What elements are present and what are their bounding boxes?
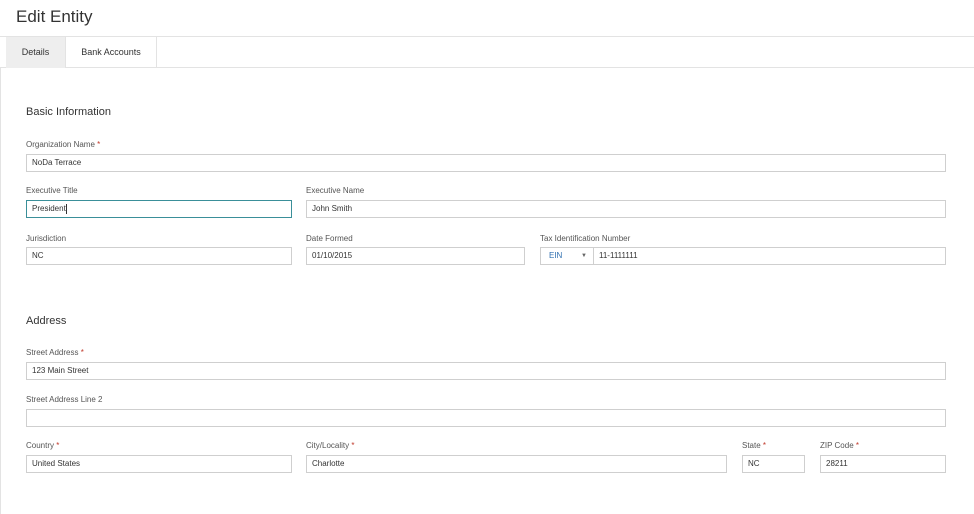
- street-address-line2-label: Street Address Line 2: [26, 395, 103, 404]
- zip-code-input[interactable]: 28211: [820, 455, 946, 473]
- state-input[interactable]: NC: [742, 455, 805, 473]
- tab-bar: Details Bank Accounts: [0, 36, 974, 68]
- tab-details[interactable]: Details: [6, 37, 66, 68]
- zip-code-label-text: ZIP Code: [820, 441, 854, 450]
- required-mark: *: [762, 441, 767, 450]
- zip-code-label: ZIP Code *: [820, 441, 859, 450]
- date-formed-input[interactable]: 01/10/2015: [306, 247, 525, 265]
- page-title: Edit Entity: [16, 7, 93, 26]
- organization-name-input[interactable]: NoDa Terrace: [26, 154, 946, 172]
- state-label: State *: [742, 441, 766, 450]
- text-cursor: [65, 203, 67, 214]
- date-formed-label: Date Formed: [306, 234, 353, 243]
- street-address-label-text: Street Address: [26, 348, 79, 357]
- state-label-text: State: [742, 441, 761, 450]
- street-address-line2-input[interactable]: [26, 409, 946, 427]
- section-title-address: Address: [26, 315, 67, 327]
- required-mark: *: [97, 140, 101, 149]
- details-form: Basic Information Organization Name * No…: [0, 68, 974, 514]
- executive-name-input[interactable]: John Smith: [306, 200, 946, 218]
- city-label-text: City/Locality: [306, 441, 350, 450]
- jurisdiction-label: Jurisdiction: [26, 234, 67, 243]
- city-label: City/Locality *: [306, 441, 354, 450]
- street-address-input[interactable]: 123 Main Street: [26, 362, 946, 380]
- section-title-basic-information: Basic Information: [26, 106, 111, 118]
- country-label: Country *: [26, 441, 59, 450]
- jurisdiction-input[interactable]: NC: [26, 247, 292, 265]
- organization-name-label: Organization Name *: [26, 140, 100, 149]
- tax-id-label: Tax Identification Number: [540, 234, 631, 243]
- required-mark: *: [80, 348, 84, 357]
- city-input[interactable]: Charlotte: [306, 455, 727, 473]
- required-mark: *: [56, 441, 60, 450]
- required-mark: *: [855, 441, 860, 450]
- executive-title-label: Executive Title: [26, 186, 78, 195]
- executive-title-input[interactable]: President: [26, 200, 292, 218]
- tab-bank-accounts[interactable]: Bank Accounts: [66, 37, 157, 68]
- executive-title-value: President: [32, 204, 66, 213]
- required-mark: *: [351, 441, 355, 450]
- country-input[interactable]: United States: [26, 455, 292, 473]
- organization-name-label-text: Organization Name: [26, 140, 95, 149]
- country-label-text: Country: [26, 441, 55, 450]
- executive-name-label: Executive Name: [306, 186, 365, 195]
- chevron-down-icon: ▼: [581, 253, 587, 259]
- tax-id-type-value: EIN: [549, 251, 563, 260]
- tax-id-input[interactable]: 11-1111111: [593, 247, 946, 265]
- street-address-label: Street Address *: [26, 348, 84, 357]
- tax-id-type-select[interactable]: EIN ▼: [540, 247, 594, 265]
